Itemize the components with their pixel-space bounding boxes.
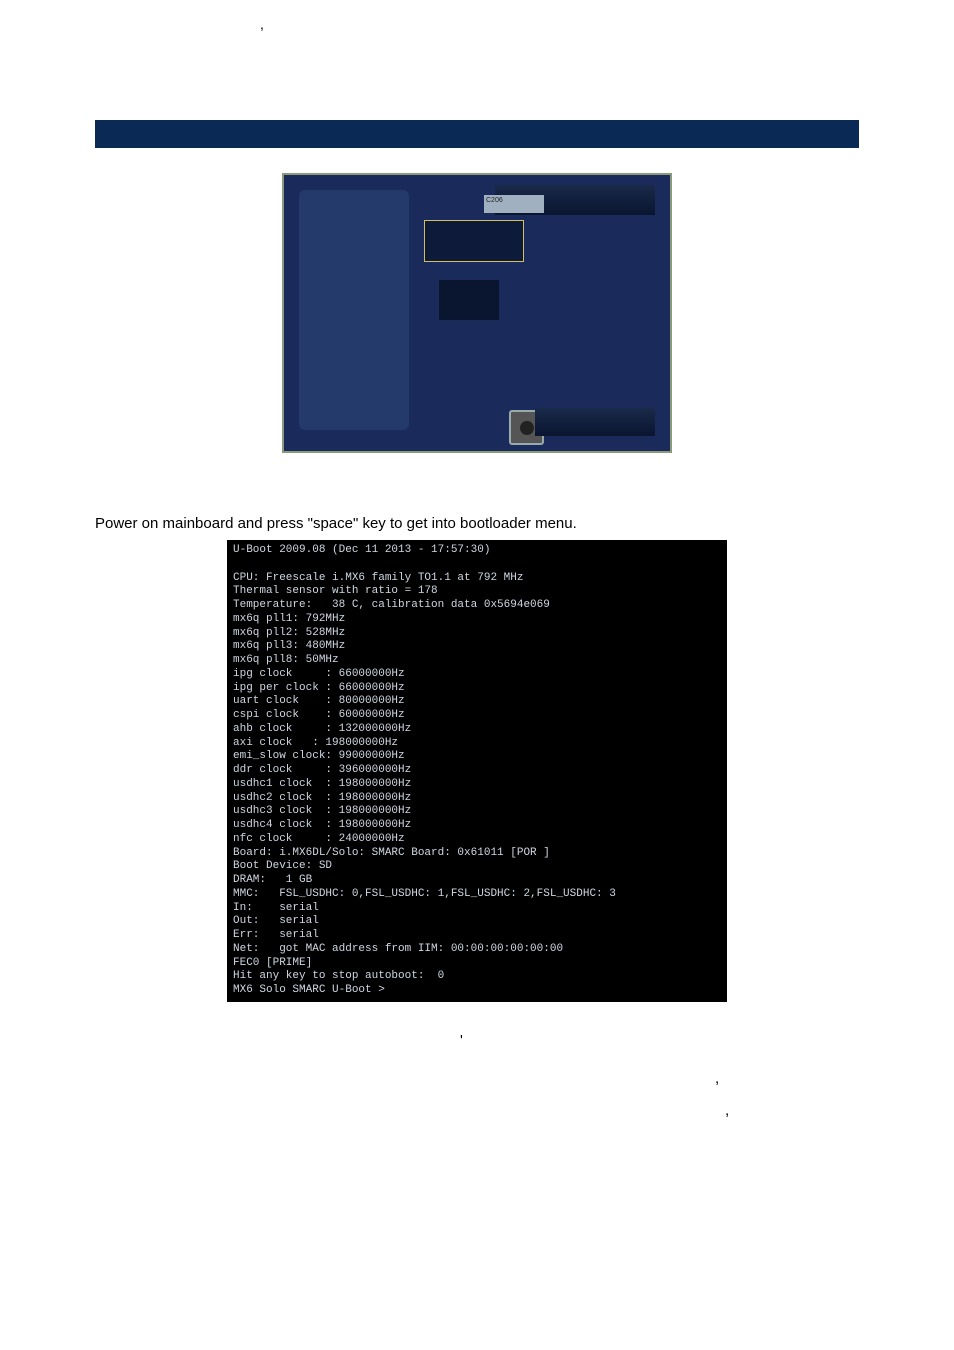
- stray-punct-2: ,: [715, 1070, 719, 1087]
- instruction-text: Power on mainboard and press "space" key…: [95, 513, 859, 534]
- header-bar: [95, 120, 859, 148]
- stray-punct-top: ,: [260, 16, 264, 32]
- mainboard-photo: C206: [282, 173, 672, 453]
- pcb-label: C206: [484, 195, 544, 213]
- stray-punct-3: ,: [725, 1102, 729, 1119]
- uboot-terminal-output: U-Boot 2009.08 (Dec 11 2013 - 17:57:30) …: [227, 540, 727, 1002]
- stray-punct-1: ': [460, 1032, 463, 1049]
